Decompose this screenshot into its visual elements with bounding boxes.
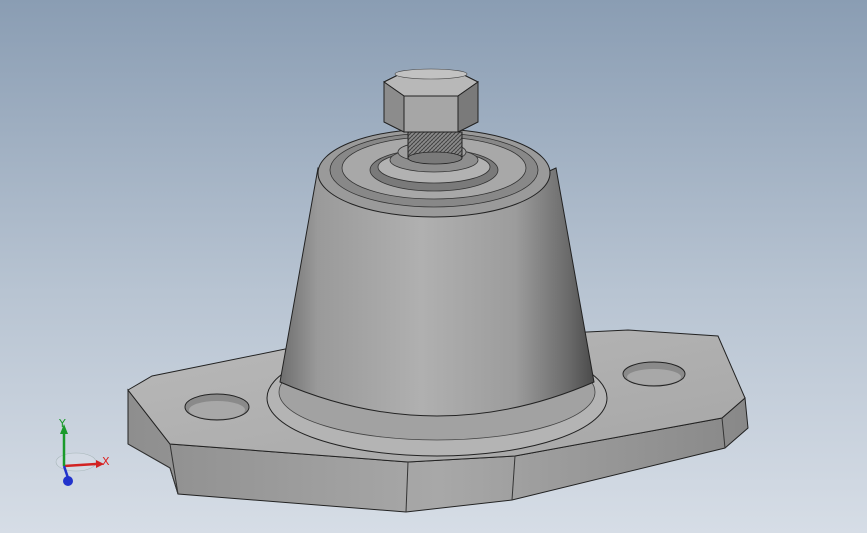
triad-y-label: Y	[59, 417, 66, 430]
threaded-stud	[407, 131, 463, 165]
graphics-viewport[interactable]: X Y	[0, 0, 867, 533]
hex-bolt-head[interactable]	[383, 68, 479, 133]
vibration-isolator-mount-3d-model[interactable]	[0, 0, 867, 533]
triad-x-label: X	[102, 455, 110, 468]
view-orientation-triad: X Y	[40, 412, 120, 492]
